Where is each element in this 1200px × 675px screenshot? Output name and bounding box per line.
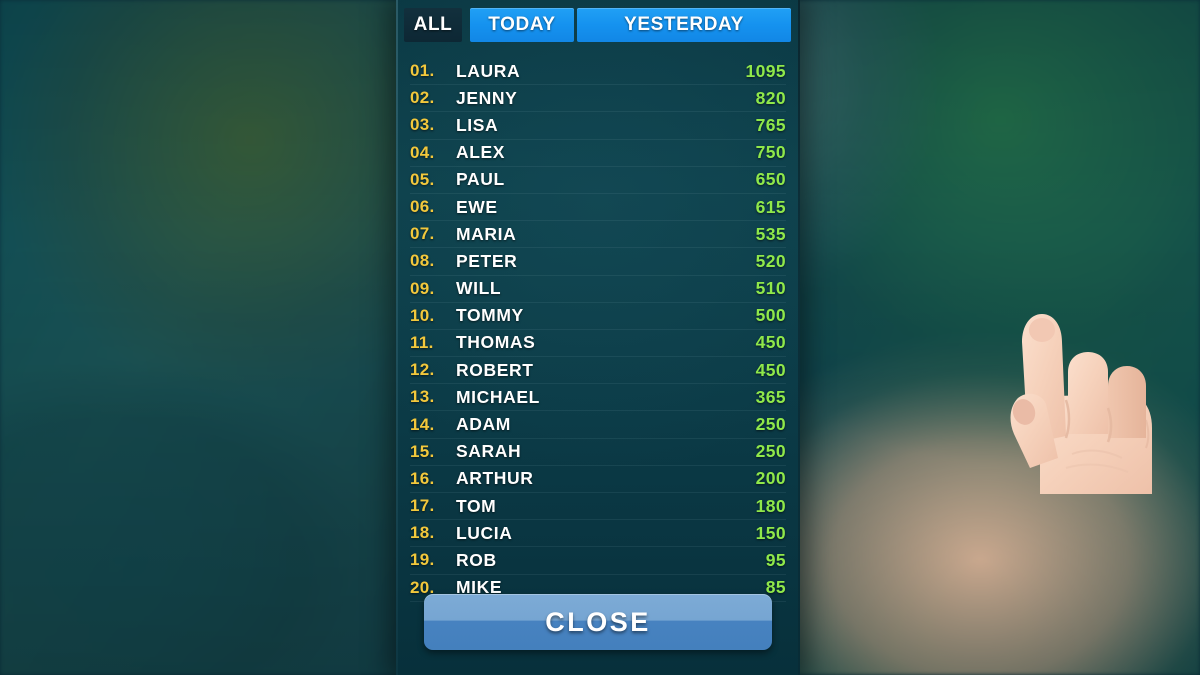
row-score: 750 [755,142,786,163]
row-player-name: ROBERT [456,359,534,380]
row-rank: 01. [410,61,435,81]
row-rank: 16. [410,468,435,488]
row-rank: 09. [410,278,435,298]
row-score: 150 [755,522,786,543]
row-score: 250 [755,414,786,435]
leaderboard-row[interactable]: 05. PAUL 650 [410,167,786,194]
leaderboard-row[interactable]: 10. TOMMY 500 [410,303,786,330]
close-button-label: CLOSE [545,606,651,637]
row-score: 250 [755,441,786,462]
tab-today-label: TODAY [488,14,556,35]
row-rank: 15. [410,441,435,461]
leaderboard-row[interactable]: 14. ADAM 250 [410,411,786,439]
row-rank: 18. [410,523,435,543]
row-score: 520 [755,250,786,271]
leaderboard-row[interactable]: 15. SARAH 250 [410,439,786,466]
leaderboard-row[interactable]: 13. MICHAEL 365 [410,384,786,412]
row-score: 450 [755,359,786,380]
tab-yesterday-label: YESTERDAY [624,14,744,35]
row-score: 820 [755,87,786,108]
row-score: 535 [755,223,786,244]
row-player-name: LAURA [456,60,521,81]
row-score: 95 [765,549,786,570]
row-score: 615 [755,196,786,217]
row-score: 180 [755,495,786,516]
row-score: 450 [755,332,786,353]
row-score: 1095 [745,60,786,81]
row-score: 765 [755,114,786,135]
leaderboard-row[interactable]: 11. THOMAS 450 [410,330,786,358]
tab-today[interactable]: TODAY [470,8,574,42]
leaderboard-list: 01. LAURA 1095 02. JENNY 820 03. LISA 765 04. ALEX… [410,58,786,602]
row-rank: 12. [410,360,435,380]
row-score: 500 [755,305,786,326]
row-player-name: ADAM [456,414,511,435]
row-rank: 08. [410,251,435,271]
row-player-name: PAUL [456,169,505,190]
leaderboard-row[interactable]: 02. JENNY 820 [410,85,786,113]
leaderboard-row[interactable]: 16. ARTHUR 200 [410,466,786,493]
row-player-name: ALEX [456,142,506,163]
row-rank: 06. [410,197,435,217]
close-button[interactable]: CLOSE [424,594,772,650]
row-score: 365 [755,386,786,407]
row-player-name: TOMMY [456,305,524,326]
tab-all-label: ALL [413,14,453,35]
leaderboard-row[interactable]: 01. LAURA 1095 [410,58,786,86]
leaderboard-row[interactable]: 08. PETER 520 [410,248,786,276]
leaderboard-row[interactable]: 17. TOM 180 [410,493,786,521]
row-player-name: LUCIA [456,522,513,543]
row-rank: 14. [410,414,435,434]
row-score: 510 [755,278,786,299]
row-player-name: ROB [456,549,497,570]
row-player-name: LISA [456,114,499,135]
leaderboard-panel: ALL TODAY YESTERDAY 01. LAURA 1095 02. JENNY… [396,0,1152,675]
row-rank: 02. [410,88,435,108]
row-player-name: SARAH [456,441,522,462]
row-score: 650 [755,169,786,190]
row-player-name: PETER [456,250,518,271]
row-player-name: THOMAS [456,332,536,353]
tab-bar: ALL TODAY YESTERDAY [396,8,800,42]
leaderboard-row[interactable]: 03. LISA 765 [410,112,786,140]
row-rank: 19. [410,550,435,570]
leaderboard-row[interactable]: 19. ROB 95 [410,547,786,575]
tab-all[interactable]: ALL [404,8,462,42]
row-player-name: JENNY [456,87,518,108]
row-rank: 10. [410,305,435,325]
row-rank: 17. [410,496,435,516]
row-rank: 11. [410,332,434,352]
row-player-name: MICHAEL [456,386,540,407]
leaderboard-row[interactable]: 09. WILL 510 [410,276,786,303]
row-score: 200 [755,468,786,489]
row-rank: 07. [410,224,435,244]
row-rank: 13. [410,387,435,407]
leaderboard-row[interactable]: 04. ALEX 750 [410,140,786,167]
row-player-name: ARTHUR [456,468,534,489]
leaderboard-row[interactable]: 07. MARIA 535 [410,221,786,249]
tab-yesterday[interactable]: YESTERDAY [577,8,791,42]
row-player-name: EWE [456,196,498,217]
row-rank: 05. [410,169,435,189]
leaderboard-row[interactable]: 18. LUCIA 150 [410,520,786,548]
row-player-name: TOM [456,495,497,516]
row-player-name: WILL [456,278,502,299]
row-rank: 03. [410,115,435,135]
row-rank: 04. [410,142,435,162]
leaderboard-row[interactable]: 12. ROBERT 450 [410,357,786,385]
row-player-name: MARIA [456,223,517,244]
leaderboard-row[interactable]: 06. EWE 615 [410,194,786,222]
